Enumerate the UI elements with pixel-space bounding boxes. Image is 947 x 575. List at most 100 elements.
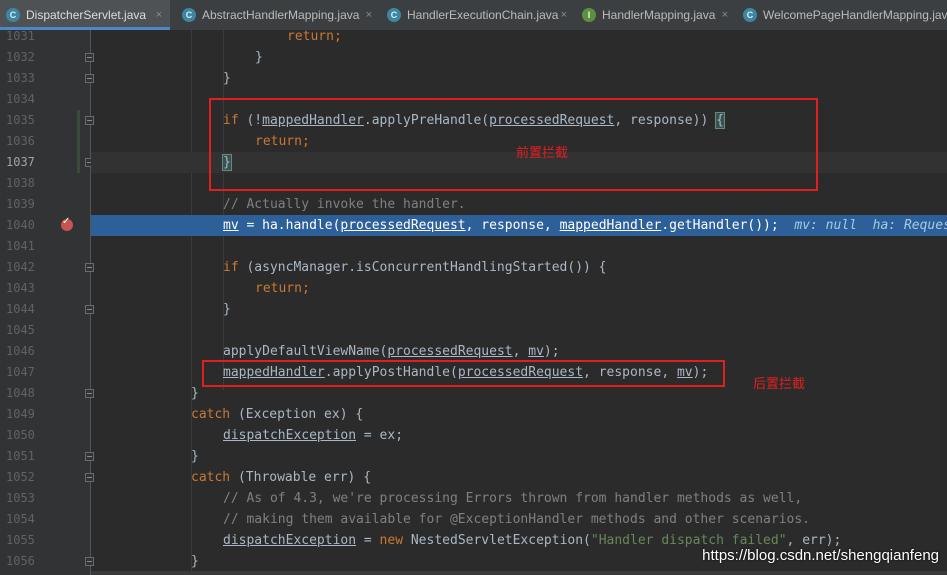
line-number: 1044 bbox=[6, 302, 35, 316]
line-number: 1047 bbox=[6, 365, 35, 379]
tab-label: HandlerExecutionChain.java bbox=[407, 8, 559, 22]
comment: // making them available for @ExceptionH… bbox=[223, 512, 810, 527]
code-text: (asyncManager.isConcurrentHandlingStarte… bbox=[238, 260, 607, 275]
line-number: 1056 bbox=[6, 554, 35, 568]
code-line[interactable]: return; bbox=[91, 30, 947, 47]
code-text: , response, bbox=[465, 218, 560, 233]
code-text: applyDefaultViewName( bbox=[223, 344, 388, 359]
debugger-inline-values: mv: null ha: RequestMappingHandlerAdapte… bbox=[794, 218, 947, 233]
line-number: 1042 bbox=[6, 260, 35, 274]
tab-label: AbstractHandlerMapping.java bbox=[202, 8, 360, 22]
tab-label: HandlerMapping.java bbox=[602, 8, 716, 22]
line-number: 1043 bbox=[6, 281, 35, 295]
code-line[interactable]: } bbox=[91, 446, 947, 467]
variable: mv bbox=[223, 218, 239, 233]
keyword: catch bbox=[191, 470, 231, 485]
close-icon[interactable]: × bbox=[722, 0, 728, 30]
code-text: = ex; bbox=[356, 428, 404, 443]
tab-handler-execution-chain[interactable]: C HandlerExecutionChain.java × bbox=[381, 0, 575, 30]
tab-label: WelcomePageHandlerMapping.java bbox=[763, 8, 947, 22]
tab-abstract-handler-mapping[interactable]: C AbstractHandlerMapping.java × bbox=[176, 0, 380, 30]
close-icon[interactable]: × bbox=[561, 0, 567, 30]
editor-gutter[interactable]: 1031 1032 1033 1034 1035 1036 1037 1038 … bbox=[0, 29, 94, 575]
class-icon: C bbox=[182, 8, 196, 22]
line-number-current: 1037 bbox=[6, 155, 35, 169]
pre-handle-highlight-box bbox=[209, 98, 818, 191]
code-text: , err); bbox=[786, 533, 842, 548]
code-line[interactable]: // As of 4.3, we're processing Errors th… bbox=[91, 488, 947, 509]
code-line[interactable]: } bbox=[91, 299, 947, 320]
pre-handle-annotation-label: 前置拦截 bbox=[516, 146, 569, 161]
line-number: 1039 bbox=[6, 197, 35, 211]
code-text: } bbox=[191, 386, 199, 401]
line-number: 1040 bbox=[6, 218, 35, 232]
code-line[interactable]: dispatchException = ex; bbox=[91, 425, 947, 446]
class-icon: C bbox=[6, 8, 20, 22]
code-line[interactable]: applyDefaultViewName(processedRequest, m… bbox=[91, 341, 947, 362]
variable: dispatchException bbox=[223, 428, 357, 443]
line-number: 1048 bbox=[6, 386, 35, 400]
code-text: } bbox=[255, 50, 263, 65]
keyword: new bbox=[379, 533, 404, 548]
code-line[interactable] bbox=[91, 236, 947, 257]
tab-welcome-page-handler-mapping[interactable]: C WelcomePageHandlerMapping.java bbox=[737, 0, 947, 30]
code-line[interactable]: catch (Throwable err) { bbox=[91, 467, 947, 488]
code-text: } bbox=[191, 554, 199, 569]
line-number: 1035 bbox=[6, 113, 35, 127]
watermark-url: https://blog.csdn.net/shengqianfeng bbox=[702, 547, 939, 564]
line-number: 1036 bbox=[6, 134, 35, 148]
code-line[interactable]: catch (Exception ex) { bbox=[91, 404, 947, 425]
line-number: 1045 bbox=[6, 323, 35, 337]
punctuation: ; bbox=[301, 281, 310, 296]
keyword: return bbox=[287, 30, 334, 44]
tab-handler-mapping[interactable]: I HandlerMapping.java × bbox=[576, 0, 736, 30]
line-number: 1055 bbox=[6, 533, 35, 547]
code-text: } bbox=[223, 71, 231, 86]
class-icon: C bbox=[743, 8, 757, 22]
code-line[interactable]: if (asyncManager.isConcurrentHandlingSta… bbox=[91, 257, 947, 278]
code-line[interactable]: // making them available for @ExceptionH… bbox=[91, 509, 947, 530]
string-literal: "Handler dispatch failed" bbox=[590, 533, 787, 548]
line-number: 1051 bbox=[6, 449, 35, 463]
line-number: 1054 bbox=[6, 512, 35, 526]
line-number: 1031 bbox=[6, 29, 35, 43]
line-number: 1049 bbox=[6, 407, 35, 421]
interface-icon: I bbox=[582, 8, 596, 22]
variable: processedRequest bbox=[387, 344, 513, 359]
code-text: = ha.handle( bbox=[238, 218, 341, 233]
vcs-change-marker[interactable] bbox=[77, 110, 80, 173]
horizontal-scrollbar[interactable] bbox=[91, 571, 947, 575]
code-text: , bbox=[512, 344, 529, 359]
code-line[interactable]: // Actually invoke the handler. bbox=[91, 194, 947, 215]
comment: // Actually invoke the handler. bbox=[223, 197, 466, 212]
code-line[interactable]: } bbox=[91, 47, 947, 68]
line-number: 1046 bbox=[6, 344, 35, 358]
keyword: catch bbox=[191, 407, 231, 422]
code-text: NestedServletException( bbox=[403, 533, 591, 548]
code-text: (Throwable err) { bbox=[230, 470, 372, 485]
code-text: = bbox=[356, 533, 380, 548]
line-number: 1033 bbox=[6, 71, 35, 85]
line-number: 1034 bbox=[6, 92, 35, 106]
variable: dispatchException bbox=[223, 533, 357, 548]
code-line[interactable] bbox=[91, 320, 947, 341]
punctuation: ; bbox=[333, 30, 342, 44]
code-line[interactable]: } bbox=[91, 68, 947, 89]
class-icon: C bbox=[387, 8, 401, 22]
close-icon[interactable]: × bbox=[156, 0, 162, 30]
line-number: 1032 bbox=[6, 50, 35, 64]
variable: mv bbox=[528, 344, 544, 359]
keyword: return bbox=[255, 281, 302, 296]
variable: mappedHandler bbox=[559, 218, 662, 233]
breakpoint-icon[interactable] bbox=[61, 216, 73, 231]
line-number: 1050 bbox=[6, 428, 35, 442]
variable: processedRequest bbox=[340, 218, 466, 233]
execution-point-line[interactable]: mv = ha.handle(processedRequest, respons… bbox=[91, 215, 947, 236]
comment: // As of 4.3, we're processing Errors th… bbox=[223, 491, 803, 506]
code-text: } bbox=[191, 449, 199, 464]
line-number: 1052 bbox=[6, 470, 35, 484]
line-number: 1041 bbox=[6, 239, 35, 253]
close-icon[interactable]: × bbox=[366, 0, 372, 30]
editor-tab-bar: C DispatcherServlet.java × C AbstractHan… bbox=[0, 0, 947, 31]
code-line[interactable]: return; bbox=[91, 278, 947, 299]
